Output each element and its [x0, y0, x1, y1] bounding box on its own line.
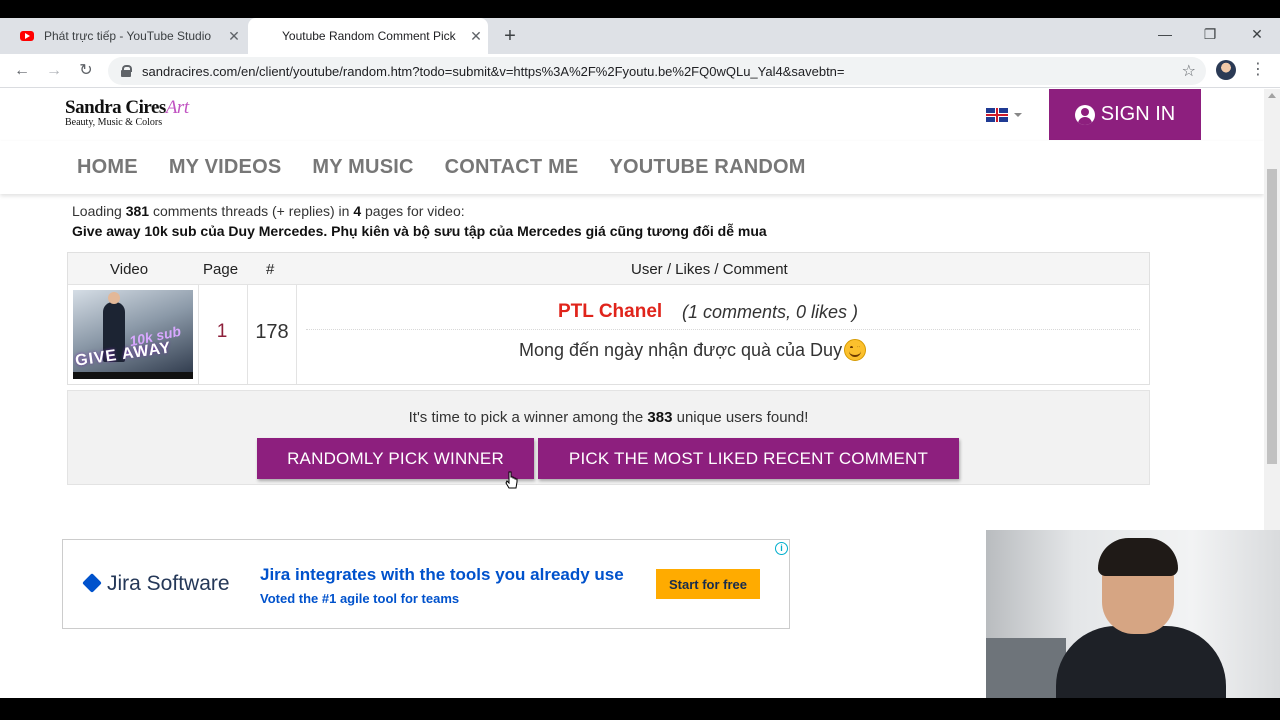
- nav-home[interactable]: HOME: [77, 156, 138, 179]
- webcam-background-shelf: [986, 638, 1066, 698]
- mouse-pointer-icon: [505, 471, 518, 489]
- youtube-favicon-icon: [20, 31, 34, 41]
- pick-message: It's time to pick a winner among the 383…: [68, 409, 1149, 426]
- browser-toolbar: ← → ↻ sandracires.com/en/client/youtube/…: [0, 54, 1280, 88]
- nav-contact-me[interactable]: CONTACT ME: [445, 156, 579, 179]
- unique-user-count: 383: [647, 409, 673, 426]
- screen-bottom-bar: [0, 698, 1280, 720]
- forward-icon[interactable]: →: [42, 59, 66, 83]
- jira-logo-icon: [82, 573, 102, 593]
- nav-my-music[interactable]: MY MUSIC: [312, 156, 413, 179]
- header-video: Video: [110, 261, 149, 278]
- tab-title: Youtube Random Comment Pick: [282, 29, 456, 43]
- logo-art-text: Art: [165, 97, 189, 118]
- site-logo[interactable]: Sandra CiresArt Beauty, Music & Colors: [65, 97, 189, 128]
- advertisement-banner[interactable]: i Jira Software Jira integrates with the…: [62, 539, 790, 629]
- caret-down-icon: [1014, 113, 1022, 117]
- nav-my-videos[interactable]: MY VIDEOS: [169, 156, 282, 179]
- video-thumbnail[interactable]: 10k sub GIVE AWAY: [73, 290, 193, 379]
- info-prefix: Loading: [72, 203, 122, 219]
- winner-comment: Mong đến ngày nhận được quà của Duy: [519, 339, 867, 361]
- url-text[interactable]: sandracires.com/en/client/youtube/random…: [142, 64, 845, 79]
- smiling-face-emoji-icon: [844, 339, 867, 361]
- row-number: 178: [255, 321, 289, 343]
- tab-random-comment-picker[interactable]: Youtube Random Comment Pick ✕: [248, 18, 488, 54]
- sign-in-label: SIGN IN: [1100, 103, 1176, 125]
- language-selector[interactable]: [986, 108, 1022, 122]
- address-bar[interactable]: sandracires.com/en/client/youtube/random…: [108, 57, 1206, 85]
- restore-icon[interactable]: ❐: [1198, 22, 1222, 46]
- logo-name: Sandra CiresArt: [65, 97, 189, 119]
- minimize-icon[interactable]: —: [1153, 22, 1177, 46]
- browser-menu-icon[interactable]: ⋮: [1250, 58, 1266, 82]
- row-divider: [306, 329, 1140, 330]
- column-divider: [296, 285, 297, 384]
- header-page: Page: [203, 261, 239, 278]
- tab-youtube-studio[interactable]: Phát trực tiếp - YouTube Studio ✕: [8, 18, 246, 54]
- scrollbar-thumb[interactable]: [1267, 169, 1277, 464]
- pick-prefix: It's time to pick a winner among the: [408, 409, 644, 426]
- comment-text: Mong đến ngày nhận được quà của Duy: [519, 339, 843, 360]
- uk-flag-icon: [986, 108, 1008, 122]
- ad-subtitle: Voted the #1 agile tool for teams: [260, 591, 460, 606]
- reload-icon[interactable]: ↻: [74, 59, 98, 83]
- tab-title: Phát trực tiếp - YouTube Studio: [44, 29, 212, 43]
- profile-avatar[interactable]: [1216, 60, 1236, 80]
- webcam-person-body: [1056, 626, 1226, 698]
- new-tab-button[interactable]: +: [498, 24, 522, 48]
- main-nav: HOME MY VIDEOS MY MUSIC CONTACT ME YOUTU…: [0, 141, 1264, 194]
- winner-username[interactable]: PTL Chanel: [558, 301, 662, 323]
- row-page: 1: [216, 321, 228, 342]
- pick-winner-panel: It's time to pick a winner among the 383…: [67, 390, 1150, 485]
- window-close-icon[interactable]: ✕: [1245, 22, 1269, 46]
- user-circle-icon: [1074, 104, 1095, 125]
- video-title: Give away 10k sub của Duy Mercedes. Phụ …: [72, 223, 767, 239]
- back-icon[interactable]: ←: [10, 59, 34, 83]
- randomly-pick-winner-button[interactable]: RANDOMLY PICK WINNER: [257, 438, 534, 479]
- site-header: Sandra CiresArt Beauty, Music & Colors S…: [0, 89, 1264, 141]
- ad-headline: Jira integrates with the tools you alrea…: [260, 565, 624, 584]
- nav-youtube-random[interactable]: YOUTUBE RANDOM: [609, 156, 805, 179]
- header-number: #: [266, 261, 275, 278]
- tab-close-icon[interactable]: ✕: [464, 28, 488, 45]
- screen: Phát trực tiếp - YouTube Studio ✕ Youtub…: [0, 0, 1280, 720]
- sign-in-button[interactable]: SIGN IN: [1049, 89, 1201, 140]
- thread-count: 381: [125, 203, 150, 219]
- tab-close-icon[interactable]: ✕: [222, 28, 246, 45]
- pick-suffix: unique users found!: [676, 409, 809, 426]
- info-suffix: pages for video:: [365, 203, 465, 219]
- ad-cta-button[interactable]: Start for free: [656, 569, 760, 599]
- webcam-overlay: [986, 530, 1280, 698]
- loading-info: Loading 381 comments threads (+ replies)…: [72, 203, 465, 219]
- header-user-likes-comment: User / Likes / Comment: [631, 261, 788, 278]
- ad-info-icon[interactable]: i: [775, 542, 788, 555]
- browser-tab-strip: Phát trực tiếp - YouTube Studio ✕ Youtub…: [0, 0, 1280, 54]
- thumbnail-bar: [73, 372, 193, 379]
- webcam-person-hair: [1098, 538, 1178, 576]
- ad-brand: Jira Software: [107, 572, 230, 595]
- lock-icon: [120, 65, 132, 77]
- winner-meta: (1 comments, 0 likes ): [682, 302, 859, 322]
- scroll-up-icon[interactable]: [1268, 93, 1276, 98]
- info-mid: comments threads (+ replies) in: [152, 203, 350, 219]
- logo-name-text: Sandra Cires: [65, 97, 166, 118]
- page-count: 4: [353, 203, 362, 219]
- table-header: Video Page # User / Likes / Comment: [68, 253, 1149, 285]
- pick-most-liked-button[interactable]: PICK THE MOST LIKED RECENT COMMENT: [538, 438, 959, 479]
- result-table: Video Page # User / Likes / Comment 10k …: [67, 252, 1150, 385]
- bookmark-star-icon[interactable]: ☆: [1182, 61, 1196, 81]
